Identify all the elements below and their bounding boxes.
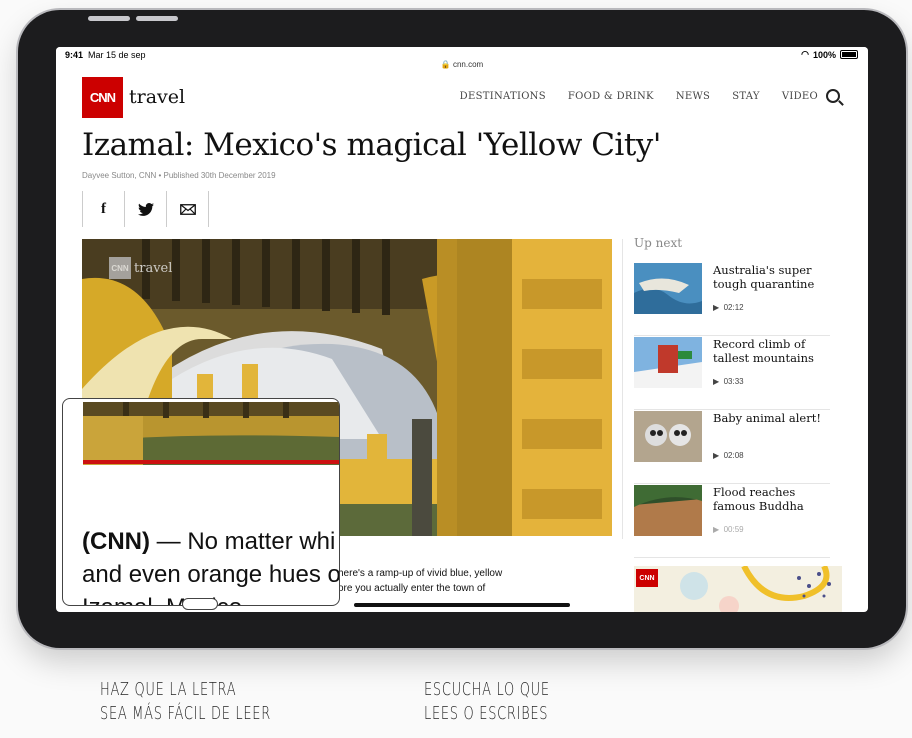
thumbnail-image	[634, 485, 702, 536]
status-right: ◠ 100%	[801, 49, 858, 60]
facebook-share-button[interactable]: f	[82, 191, 124, 227]
status-time: 9:41 Mar 15 de sep	[65, 50, 146, 60]
upnext-item[interactable]: Baby animal alert! ▶ 02:08	[634, 411, 830, 484]
zoomed-text-bold: (CNN)	[82, 528, 150, 555]
caption-left: HAZ QUE LA LETRA SEA MÁS FÁCIL DE LEER	[100, 678, 271, 726]
site-header: CNN travel DESTINATIONS FOOD & DRINK NEW…	[82, 77, 842, 118]
home-indicator[interactable]	[354, 603, 570, 607]
upnext-item-duration: ▶ 02:08	[713, 451, 744, 460]
main-nav: DESTINATIONS FOOD & DRINK NEWS STAY VIDE…	[460, 91, 818, 102]
search-icon[interactable]	[826, 89, 840, 103]
zoomed-video-strip	[83, 402, 339, 465]
address-bar[interactable]: 🔒 cnn.com	[56, 60, 868, 69]
nav-stay[interactable]: STAY	[732, 91, 760, 102]
caption-line: ESCUCHA LO QUE	[424, 679, 550, 700]
article-byline: Dayvee Sutton, CNN • Published 30th Dece…	[82, 171, 276, 180]
cnn-logo[interactable]: CNN	[82, 77, 123, 118]
upnext-item[interactable]: Record climb of tallest mountains ▶ 03:3…	[634, 337, 830, 410]
upnext-item-title: Baby animal alert!	[713, 411, 821, 425]
rail-divider	[622, 239, 623, 539]
volume-button	[88, 16, 130, 21]
ad-cnn-logo: CNN	[636, 569, 658, 587]
share-bar: f	[82, 191, 209, 227]
zoom-window-handle[interactable]	[182, 598, 218, 610]
upnext-item-title: Record climb of tallest mountains	[713, 337, 814, 365]
zoom-window[interactable]: (CNN) — No matter whi and even orange hu…	[62, 398, 340, 606]
email-share-button[interactable]	[166, 191, 209, 227]
article-body: here's a ramp-up of vivid blue, yellow o…	[338, 566, 502, 596]
battery-percent: 100%	[812, 49, 836, 60]
video-watermark: CNN travel	[109, 257, 172, 279]
lock-icon: 🔒	[440, 60, 451, 69]
upnext-item-duration: ▶ 03:33	[713, 377, 744, 386]
twitter-share-button[interactable]	[124, 191, 166, 227]
thumbnail-image	[634, 411, 702, 462]
wifi-icon: ◠	[801, 49, 809, 59]
travel-logo-text[interactable]: travel	[129, 86, 185, 108]
nav-destinations[interactable]: DESTINATIONS	[460, 91, 546, 102]
article-body-line: here's a ramp-up of vivid blue, yellow	[338, 568, 503, 579]
zoomed-article-text: (CNN) — No matter whi and even orange hu…	[82, 525, 340, 605]
play-icon: ▶	[713, 303, 720, 312]
article-headline: Izamal: Mexico's magical 'Yellow City'	[82, 127, 661, 163]
email-icon	[179, 203, 196, 215]
facebook-icon: f	[101, 200, 106, 217]
article-body-line: ore you actually enter the town of	[338, 583, 486, 594]
upnext-item[interactable]: Australia's super tough quarantine ▶ 02:…	[634, 263, 830, 336]
power-button	[136, 16, 178, 21]
caption-right: ESCUCHA LO QUE LEES O ESCRIBES	[424, 678, 550, 726]
upnext-item-duration: ▶ 00:59	[713, 525, 744, 534]
advertisement[interactable]: CNN	[634, 566, 842, 612]
nav-news[interactable]: NEWS	[676, 91, 710, 102]
caption-line: SEA MÁS FÁCIL DE LEER	[100, 703, 271, 724]
zoomed-progress-line	[83, 460, 339, 464]
thumbnail-image	[634, 263, 702, 314]
battery-icon	[840, 50, 858, 59]
upnext-item-title: Australia's super tough quarantine	[713, 263, 815, 291]
twitter-icon	[137, 202, 154, 216]
upnext-item[interactable]: Flood reaches famous Buddha ▶ 00:59	[634, 485, 830, 558]
nav-video[interactable]: VIDEO	[782, 91, 818, 102]
zoomed-text: and even orange hues o	[82, 561, 340, 588]
status-bar: 9:41 Mar 15 de sep 🔒 cnn.com ◠ 100%	[56, 47, 868, 75]
zoomed-text: — No matter whi	[149, 528, 336, 555]
upnext-heading: Up next	[634, 236, 683, 250]
thumbnail-image	[634, 337, 702, 388]
ad-artwork	[680, 566, 831, 612]
play-icon: ▶	[713, 377, 720, 386]
upnext-item-duration: ▶ 02:12	[713, 303, 744, 312]
play-icon: ▶	[713, 525, 720, 534]
nav-food-drink[interactable]: FOOD & DRINK	[568, 91, 654, 102]
caption-line: HAZ QUE LA LETRA	[100, 679, 237, 700]
upnext-item-title: Flood reaches famous Buddha	[713, 485, 804, 513]
play-icon: ▶	[713, 451, 720, 460]
caption-line: LEES O ESCRIBES	[424, 703, 549, 724]
